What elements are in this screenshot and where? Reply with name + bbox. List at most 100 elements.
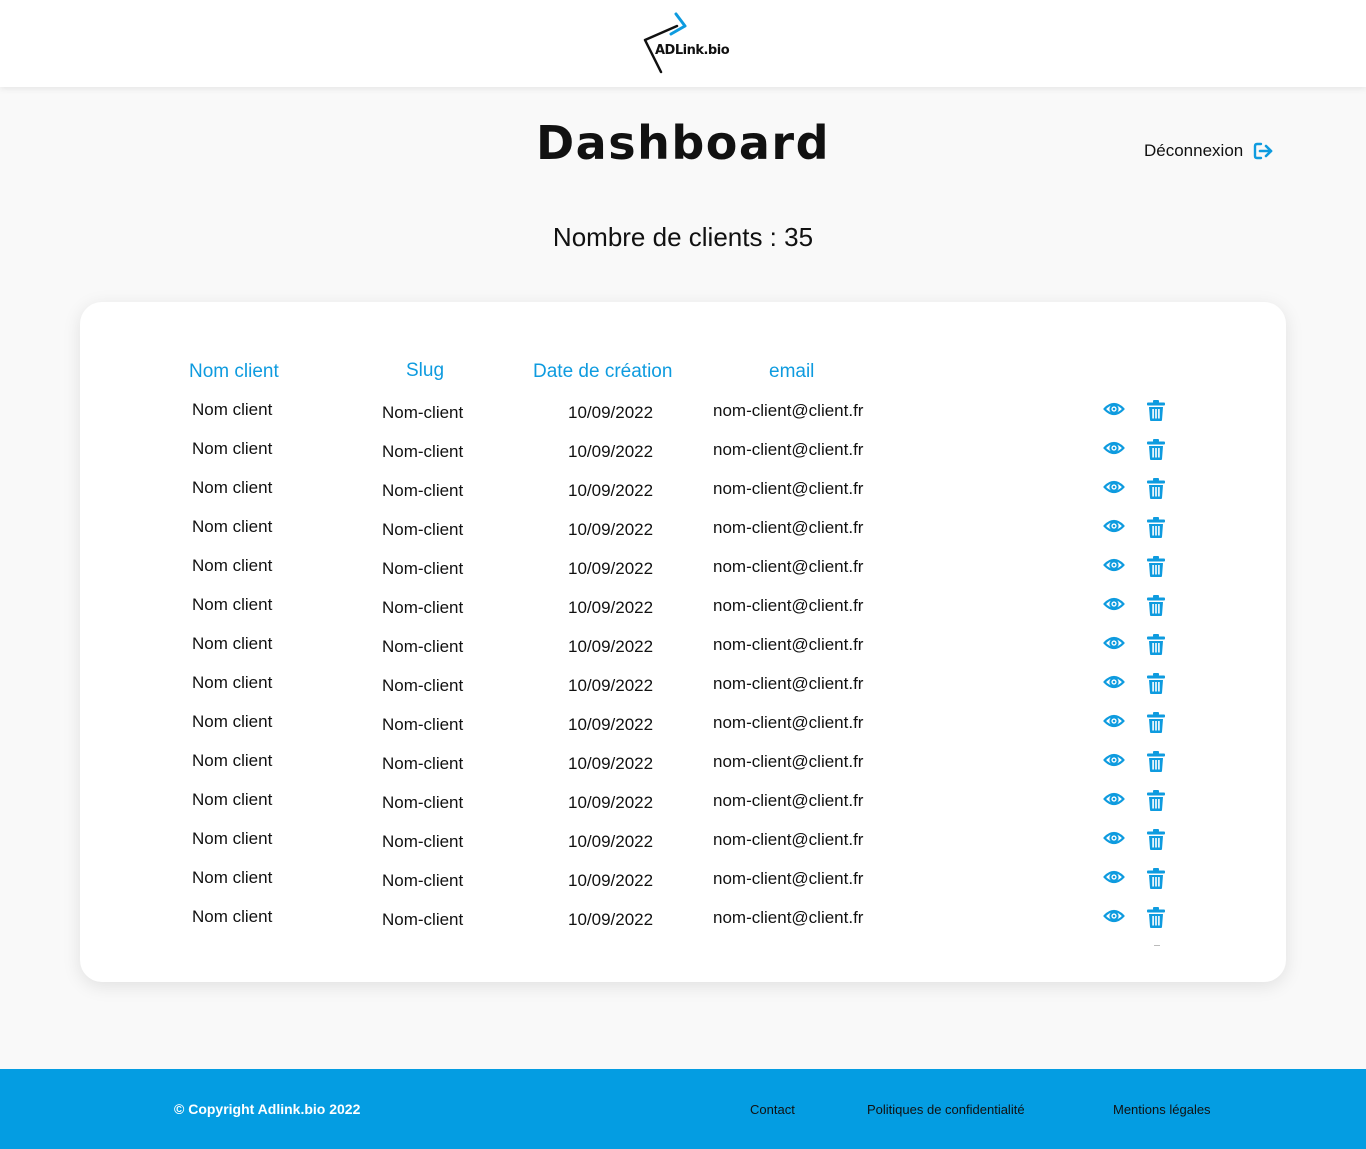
cell-slug: Nom-client (382, 637, 464, 656)
cell-email: nom-client@client.fr (713, 791, 864, 810)
view-client-button[interactable] (1103, 712, 1125, 735)
table-row: Nom client Nom-client 10/09/2022 nom-client… (80, 790, 1286, 829)
view-client-button[interactable] (1103, 790, 1125, 813)
cell-email: nom-client@client.fr (713, 557, 864, 576)
delete-client-button[interactable] (1146, 594, 1166, 622)
view-client-button[interactable] (1103, 907, 1125, 930)
table-row: Nom client Nom-client 10/09/2022 nom-client… (80, 400, 1286, 439)
adlink-logo[interactable]: ADLink.bio (640, 12, 730, 74)
cell-email: nom-client@client.fr (713, 752, 864, 771)
view-client-button[interactable] (1103, 517, 1125, 540)
cell-client-name: Nom client (192, 907, 273, 926)
cell-client-name: Nom client (192, 790, 273, 809)
cell-slug: Nom-client (382, 871, 464, 890)
eye-icon (1103, 402, 1125, 422)
cell-creation-date: 10/09/2022 (568, 598, 654, 617)
eye-icon (1103, 714, 1125, 734)
trash-icon (1146, 790, 1166, 816)
delete-client-button[interactable] (1146, 867, 1166, 895)
delete-client-button[interactable] (1146, 399, 1166, 427)
delete-client-button[interactable] (1146, 789, 1166, 817)
cell-client-name: Nom client (192, 868, 273, 887)
view-client-button[interactable] (1103, 595, 1125, 618)
delete-client-button[interactable] (1146, 750, 1166, 778)
cell-creation-date: 10/09/2022 (568, 481, 654, 500)
cell-slug: Nom-client (382, 754, 464, 773)
table-row: Nom client Nom-client 10/09/2022 nom-client… (80, 868, 1286, 907)
trash-icon (1146, 400, 1166, 426)
delete-client-button[interactable] (1146, 672, 1166, 700)
footer: © Copyright Adlink.bio 2022 Contact Poli… (0, 1069, 1366, 1149)
delete-client-button[interactable] (1146, 477, 1166, 505)
logout-icon (1253, 142, 1275, 160)
table-row: Nom client Nom-client 10/09/2022 nom-client… (80, 907, 1286, 946)
eye-icon (1103, 753, 1125, 773)
trash-icon (1146, 829, 1166, 855)
eye-icon (1103, 597, 1125, 617)
view-client-button[interactable] (1103, 751, 1125, 774)
column-header-date: Date de création (533, 361, 673, 382)
table-row: Nom client Nom-client 10/09/2022 nom-client… (80, 751, 1286, 790)
trash-icon (1146, 439, 1166, 465)
cell-slug: Nom-client (382, 520, 464, 539)
column-header-slug: Slug (406, 360, 445, 381)
delete-client-button[interactable] (1146, 828, 1166, 856)
cell-creation-date: 10/09/2022 (568, 442, 654, 461)
cell-slug: Nom-client (382, 481, 464, 500)
eye-icon (1103, 636, 1125, 656)
trash-icon (1146, 517, 1166, 543)
cell-email: nom-client@client.fr (713, 869, 864, 888)
view-client-button[interactable] (1103, 556, 1125, 579)
footer-link-contact[interactable]: Contact (750, 1102, 795, 1117)
footer-link-legal[interactable]: Mentions légales (1113, 1102, 1211, 1117)
view-client-button[interactable] (1103, 673, 1125, 696)
view-client-button[interactable] (1103, 868, 1125, 891)
delete-client-button[interactable] (1146, 438, 1166, 466)
cell-slug: Nom-client (382, 676, 464, 695)
trash-icon (1146, 907, 1166, 933)
logout-button[interactable]: Déconnexion (1144, 140, 1275, 162)
table-row: Nom client Nom-client 10/09/2022 nom-client… (80, 556, 1286, 595)
cell-client-name: Nom client (192, 400, 273, 419)
trash-icon (1146, 868, 1166, 894)
delete-client-button[interactable] (1146, 633, 1166, 661)
delete-client-button[interactable] (1146, 555, 1166, 583)
view-client-button[interactable] (1103, 829, 1125, 852)
eye-icon (1103, 870, 1125, 890)
table-row: Nom client Nom-client 10/09/2022 nom-client… (80, 595, 1286, 634)
cell-email: nom-client@client.fr (713, 635, 864, 654)
column-header-name: Nom client (189, 361, 279, 382)
eye-icon (1103, 480, 1125, 500)
logo-text: ADLink.bio (655, 43, 730, 58)
cell-creation-date: 10/09/2022 (568, 832, 654, 851)
cell-creation-date: 10/09/2022 (568, 910, 654, 929)
cell-creation-date: 10/09/2022 (568, 715, 654, 734)
footer-link-privacy[interactable]: Politiques de confidentialité (867, 1102, 1025, 1117)
trash-icon (1146, 478, 1166, 504)
cell-email: nom-client@client.fr (713, 479, 864, 498)
table-row: Nom client Nom-client 10/09/2022 nom-client… (80, 634, 1286, 673)
table-row: Nom client Nom-client 10/09/2022 nom-client… (80, 439, 1286, 478)
delete-client-button[interactable] (1146, 711, 1166, 739)
view-client-button[interactable] (1103, 634, 1125, 657)
view-client-button[interactable] (1103, 478, 1125, 501)
eye-icon (1103, 441, 1125, 461)
eye-icon (1103, 831, 1125, 851)
cell-creation-date: 10/09/2022 (568, 559, 654, 578)
cell-client-name: Nom client (192, 478, 273, 497)
cell-creation-date: 10/09/2022 (568, 871, 654, 890)
table-row: Nom client Nom-client 10/09/2022 nom-client… (80, 517, 1286, 556)
cell-slug: Nom-client (382, 793, 464, 812)
delete-client-button[interactable] (1146, 906, 1166, 934)
cell-slug: Nom-client (382, 910, 464, 929)
cell-email: nom-client@client.fr (713, 440, 864, 459)
delete-client-button[interactable] (1146, 516, 1166, 544)
trash-icon (1146, 634, 1166, 660)
logout-label: Déconnexion (1144, 141, 1244, 160)
column-header-email: email (769, 361, 815, 382)
eye-icon (1103, 909, 1125, 929)
view-client-button[interactable] (1103, 400, 1125, 423)
cell-slug: Nom-client (382, 403, 464, 422)
view-client-button[interactable] (1103, 439, 1125, 462)
cell-email: nom-client@client.fr (713, 830, 864, 849)
